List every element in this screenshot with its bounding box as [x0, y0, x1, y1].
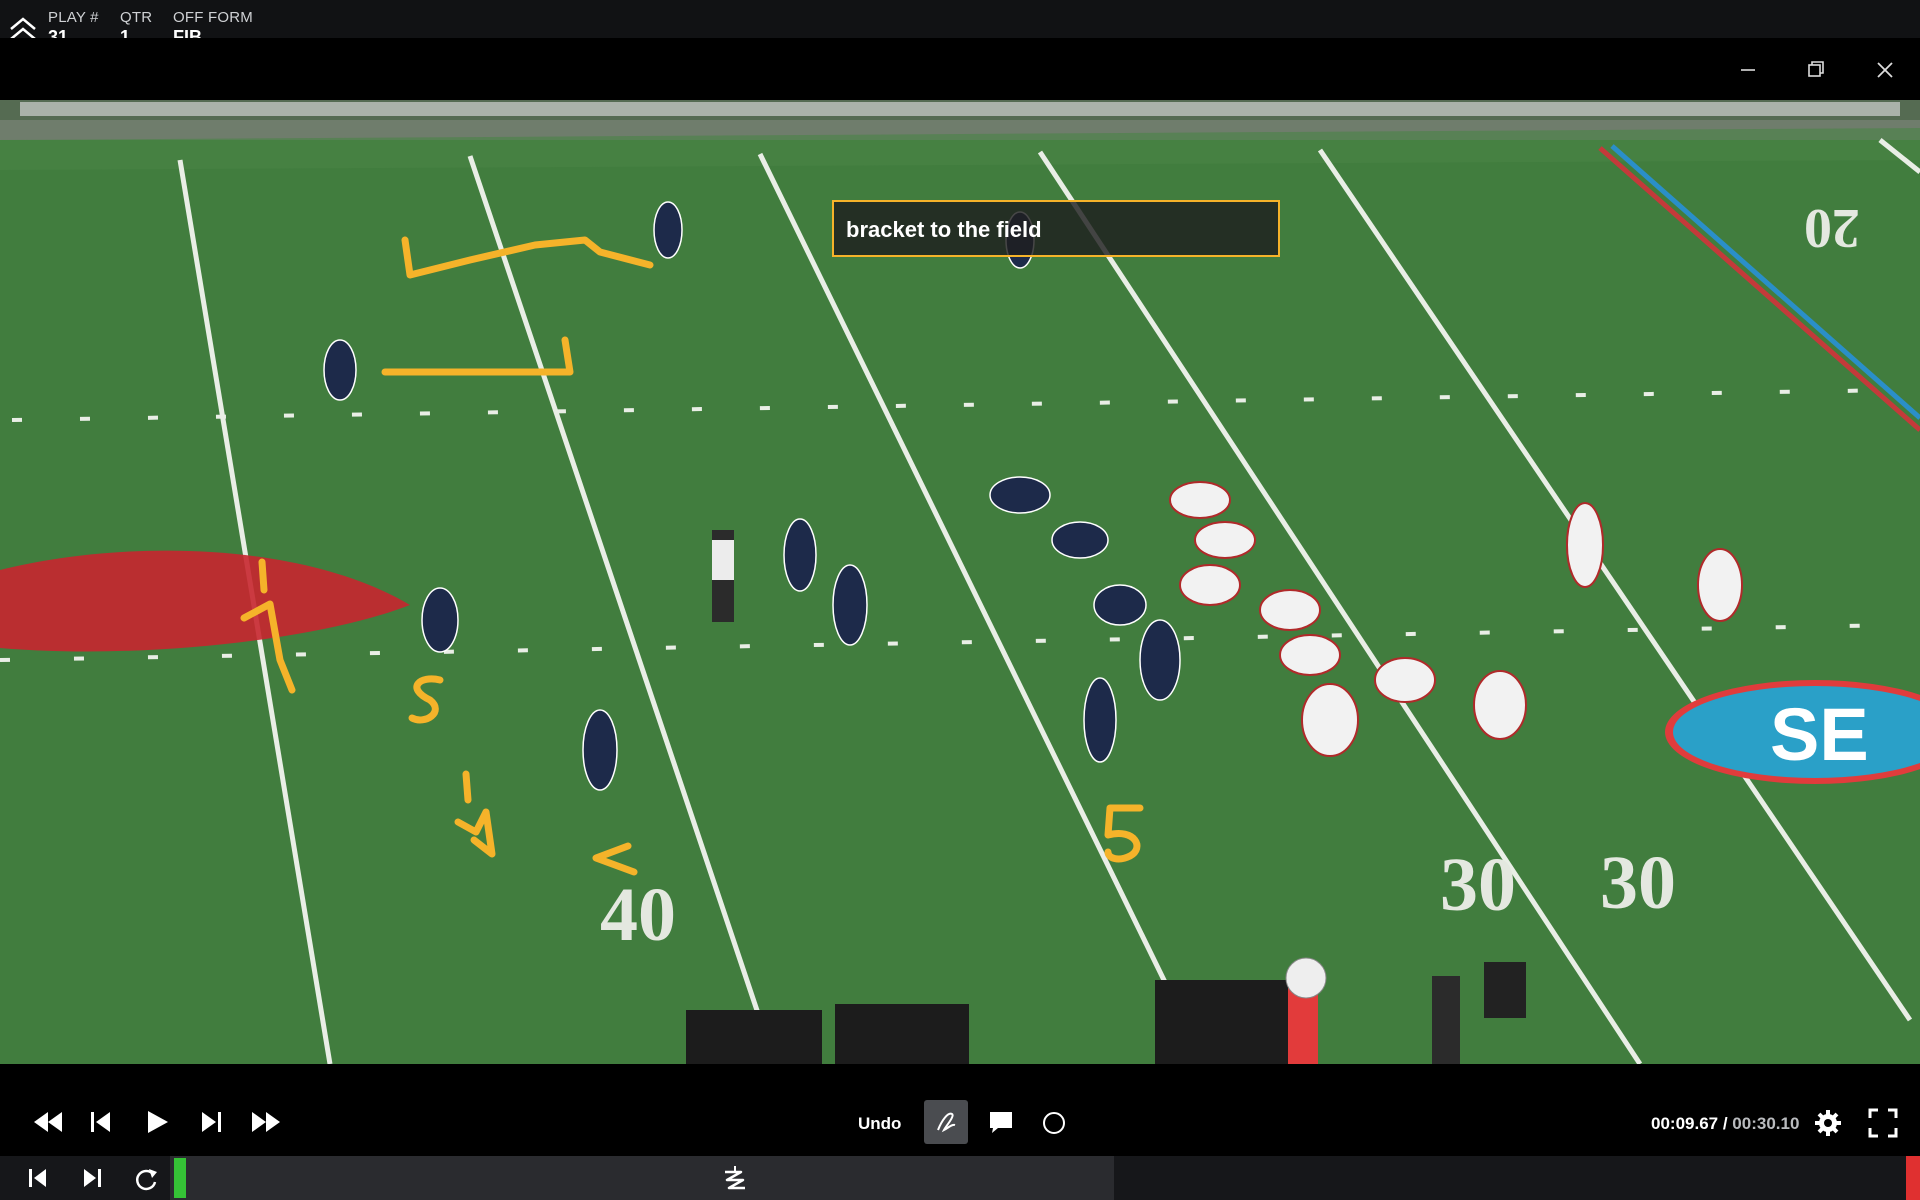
header-bar: PLAY # 31 QTR 1 OFF FORM FIB — [0, 0, 1920, 47]
pen-tool-button[interactable] — [924, 1100, 968, 1144]
rewind-icon[interactable] — [30, 1108, 66, 1141]
time-separator: / — [1718, 1114, 1733, 1133]
step-back-icon[interactable] — [86, 1108, 116, 1141]
yard-number-20: 20 — [1804, 197, 1860, 259]
text-annotation: bracket to the field — [846, 217, 1042, 242]
step-forward-icon[interactable] — [196, 1108, 226, 1141]
video-frame[interactable]: SE 40 30 30 20 bracket to the field — [0, 100, 1920, 1064]
pen-icon — [937, 1112, 956, 1133]
skip-start-icon[interactable] — [26, 1166, 50, 1195]
play-label: PLAY # — [48, 9, 99, 26]
yard-number-30-left: 30 — [1440, 843, 1516, 927]
skip-end-icon[interactable] — [80, 1166, 104, 1195]
close-icon[interactable] — [1870, 55, 1900, 85]
window-title-bar — [0, 38, 1920, 100]
repeat-icon[interactable] — [133, 1166, 159, 1197]
yard-number-30-right: 30 — [1600, 841, 1676, 925]
fast-forward-icon[interactable] — [248, 1108, 284, 1141]
duration: 00:30.10 — [1732, 1114, 1800, 1133]
yard-number-40: 40 — [600, 873, 676, 957]
minimize-icon[interactable] — [1732, 55, 1762, 85]
time-display: 00:09.67 / 00:30.10 — [1651, 1114, 1799, 1134]
timeline-end-marker — [1906, 1156, 1920, 1200]
form-label: OFF FORM — [173, 9, 253, 26]
svg-text:SE: SE — [1770, 693, 1869, 776]
telestrate-icon[interactable] — [721, 1164, 749, 1197]
circle-icon[interactable] — [1041, 1110, 1067, 1141]
settings-icon[interactable] — [1813, 1108, 1843, 1143]
qtr-label: QTR — [120, 9, 153, 26]
play-icon[interactable] — [142, 1108, 172, 1141]
fullscreen-icon[interactable] — [1868, 1108, 1898, 1143]
comment-icon[interactable] — [988, 1110, 1014, 1139]
restore-icon[interactable] — [1800, 55, 1830, 85]
undo-button[interactable]: Undo — [858, 1114, 901, 1134]
timeline-segment[interactable] — [170, 1156, 1114, 1200]
timeline-progress — [174, 1158, 186, 1198]
current-time: 00:09.67 — [1651, 1114, 1719, 1133]
text-annotation-box[interactable]: bracket to the field — [832, 200, 1280, 257]
